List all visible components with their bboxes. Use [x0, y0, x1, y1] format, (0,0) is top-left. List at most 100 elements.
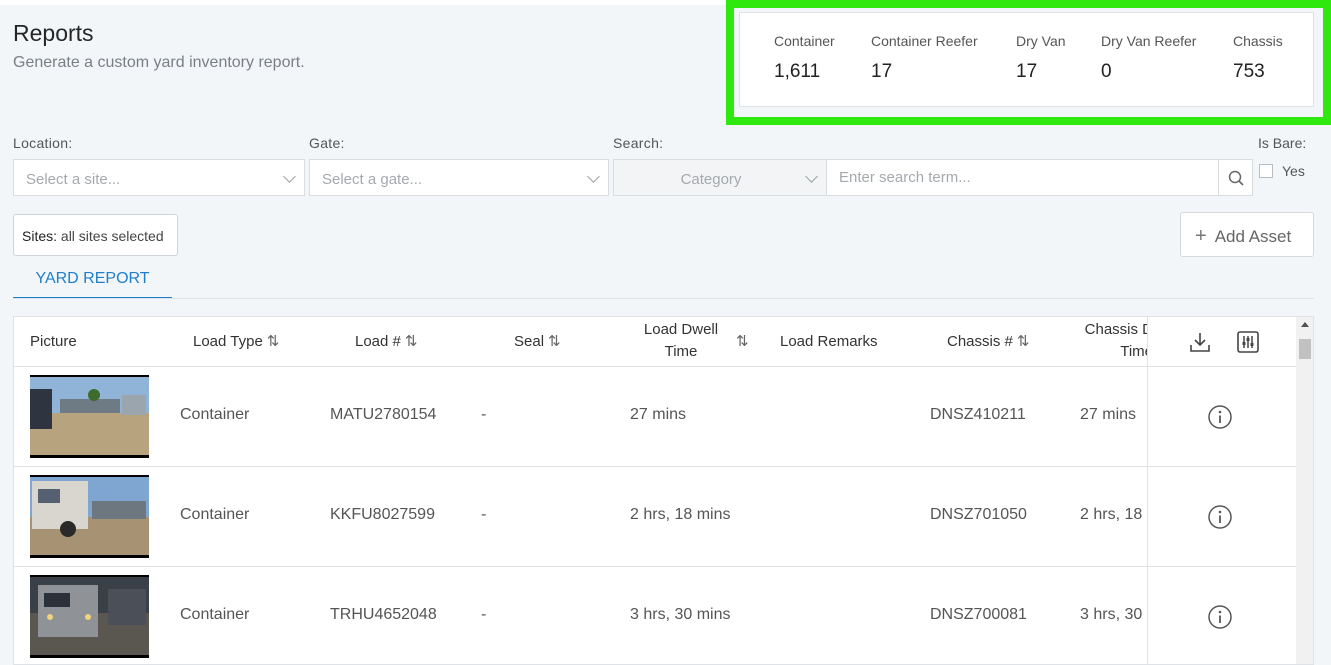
header-label: Chassis D — [1084, 321, 1153, 338]
chassis-dwell-cell: 27 mins — [1080, 406, 1137, 423]
chassis-dwell-cell: 3 hrs, 30 — [1080, 606, 1143, 623]
load-number-cell: MATU2780154 — [330, 406, 437, 423]
search-label: Search: — [613, 135, 664, 151]
tab-divider — [13, 298, 1314, 299]
stats-card: Container 1,611 Container Reefer 17 Dry … — [739, 12, 1314, 107]
stat-value: 1,611 — [774, 61, 821, 82]
table-row[interactable]: Container MATU2780154 - 27 mins DNSZ4102… — [14, 367, 1296, 467]
sort-icon: ⇅ — [266, 333, 280, 350]
sort-icon[interactable]: ⇅ — [736, 331, 749, 353]
table-scrollbar[interactable] — [1296, 317, 1313, 664]
header-label: Load Type — [193, 333, 263, 350]
info-icon[interactable] — [1207, 504, 1233, 530]
seal-cell: - — [481, 406, 487, 423]
sort-icon: ⇅ — [404, 333, 418, 350]
asset-photo[interactable] — [30, 475, 149, 558]
load-type-cell: Container — [180, 606, 250, 623]
sites-chip-value: all sites selected — [60, 228, 164, 244]
stat-chassis: Chassis 753 — [1233, 33, 1283, 83]
plus-icon: + — [1195, 225, 1207, 247]
chassis-number-cell: DNSZ701050 — [930, 506, 1027, 523]
stat-dry-van: Dry Van 17 — [1016, 33, 1066, 83]
info-icon[interactable] — [1207, 604, 1233, 630]
gate-select[interactable]: Select a gate... — [309, 159, 609, 196]
scroll-up-arrow-icon[interactable] — [1301, 322, 1309, 327]
stat-value: 753 — [1233, 61, 1265, 82]
actions-cell — [1148, 567, 1296, 664]
chassis-number-cell: DNSZ410211 — [930, 406, 1026, 423]
table-row[interactable]: Container KKFU8027599 - 2 hrs, 18 mins D… — [14, 467, 1296, 567]
header-chassis-number[interactable]: Chassis # ⇅ — [947, 331, 1029, 353]
sites-chip[interactable]: Sites: all sites selected — [13, 214, 178, 256]
stat-label: Container — [774, 33, 835, 49]
stat-container-reefer: Container Reefer 17 — [871, 33, 978, 83]
search-icon — [1228, 170, 1244, 186]
is-bare-checkbox[interactable] — [1259, 164, 1273, 178]
header-seal[interactable]: Seal ⇅ — [514, 331, 561, 353]
header-load-type[interactable]: Load Type ⇅ — [193, 331, 279, 353]
seal-cell: - — [481, 506, 487, 523]
load-type-cell: Container — [180, 506, 250, 523]
sort-icon: ⇅ — [548, 333, 561, 350]
stat-value: 17 — [1016, 61, 1038, 82]
header-label: Seal — [514, 333, 545, 350]
stat-label: Dry Van Reefer — [1101, 33, 1197, 49]
header-load-number[interactable]: Load # ⇅ — [355, 331, 417, 353]
load-dwell-cell: 2 hrs, 18 mins — [630, 506, 731, 523]
header-chassis-dwell[interactable]: Chassis D Time — [1083, 319, 1153, 363]
header-label: Load # — [355, 333, 401, 350]
actions-header — [1148, 317, 1296, 367]
location-label: Location: — [13, 135, 73, 151]
stat-label: Chassis — [1233, 33, 1283, 49]
download-icon[interactable] — [1188, 330, 1212, 354]
header-load-dwell[interactable]: Load Dwell Time — [641, 319, 721, 363]
scrollbar-thumb[interactable] — [1299, 339, 1311, 359]
header-label: Load Dwell — [643, 321, 719, 338]
add-asset-label: Add Asset — [1214, 227, 1292, 246]
load-number-cell: KKFU8027599 — [330, 506, 435, 523]
sort-icon: ⇅ — [1016, 333, 1030, 350]
gate-placeholder: Select a gate... — [322, 171, 423, 188]
load-dwell-cell: 3 hrs, 30 mins — [630, 606, 731, 623]
stat-dry-van-reefer: Dry Van Reefer 0 — [1101, 33, 1196, 83]
header-label-line2: Time — [1120, 343, 1153, 360]
search-button[interactable] — [1218, 159, 1253, 196]
stat-container: Container 1,611 — [774, 33, 835, 83]
search-placeholder: Enter search term... — [839, 169, 971, 186]
location-select[interactable]: Select a site... — [13, 159, 305, 196]
column-settings-icon[interactable] — [1236, 330, 1260, 354]
stat-label: Container Reefer — [871, 33, 978, 49]
category-placeholder: Category — [680, 171, 742, 188]
header-label-line2: Time — [664, 343, 698, 360]
yard-report-table: Picture Load Type ⇅ Load # ⇅ Seal ⇅ Load Dw… — [13, 316, 1314, 665]
table-row[interactable]: Container TRHU4652048 - 3 hrs, 30 mins D… — [14, 567, 1296, 664]
search-input[interactable]: Enter search term... — [826, 159, 1219, 196]
actions-cell — [1148, 367, 1296, 467]
chassis-number-cell: DNSZ700081 — [930, 606, 1027, 623]
chassis-dwell-cell: 2 hrs, 18 — [1080, 506, 1143, 523]
category-select[interactable]: Category — [613, 159, 827, 196]
header-picture: Picture — [30, 333, 77, 350]
tab-yard-report[interactable]: YARD REPORT — [13, 263, 172, 299]
asset-photo[interactable] — [30, 375, 149, 458]
page-title: Reports — [13, 20, 94, 46]
page-subtitle: Generate a custom yard inventory report. — [13, 54, 305, 71]
stat-value: 17 — [871, 61, 893, 82]
asset-photo[interactable] — [30, 575, 149, 658]
actions-column — [1147, 317, 1296, 664]
table-header: Picture Load Type ⇅ Load # ⇅ Seal ⇅ Load Dw… — [14, 317, 1296, 367]
sites-chip-label: Sites: — [22, 228, 58, 244]
actions-cell — [1148, 467, 1296, 567]
add-asset-button[interactable]: + Add Asset — [1180, 212, 1314, 257]
header-load-remarks: Load Remarks — [780, 333, 878, 350]
location-placeholder: Select a site... — [26, 171, 121, 188]
is-bare-option-label: Yes — [1282, 163, 1305, 179]
gate-label: Gate: — [309, 135, 345, 151]
load-number-cell: TRHU4652048 — [330, 606, 437, 623]
load-dwell-cell: 27 mins — [630, 406, 687, 423]
load-type-cell: Container — [180, 406, 250, 423]
chevron-down-icon — [587, 170, 600, 183]
info-icon[interactable] — [1207, 404, 1233, 430]
header-label: Chassis # — [947, 333, 1013, 350]
stat-value: 0 — [1101, 61, 1112, 82]
